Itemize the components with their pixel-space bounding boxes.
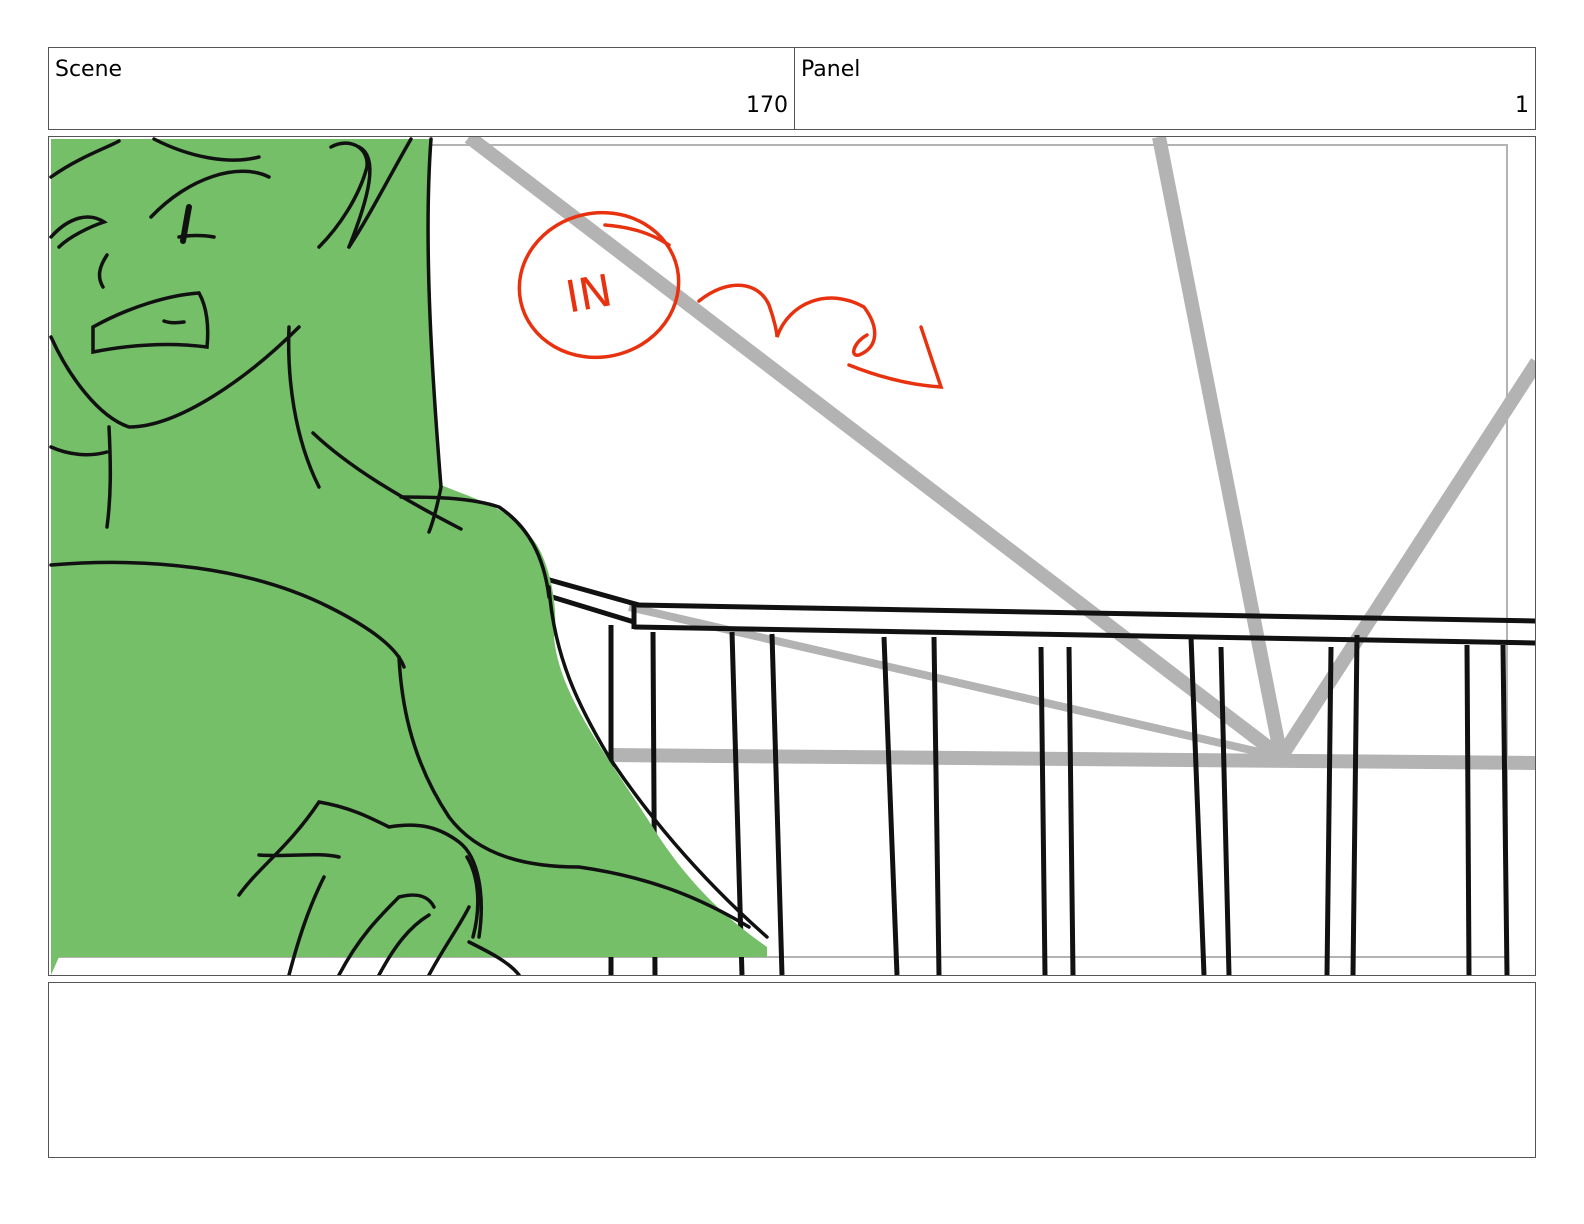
panel-header: Scene 170 Panel 1: [48, 47, 1536, 130]
panel-cell: Panel 1: [795, 48, 1535, 129]
storyboard-frame: IN: [48, 136, 1536, 976]
scene-cell: Scene 170: [49, 48, 795, 129]
scene-label: Scene: [55, 57, 123, 82]
perspective-guides: [464, 137, 1535, 770]
character-fill: [51, 139, 767, 975]
storyboard-drawing: IN: [49, 137, 1535, 975]
panel-label: Panel: [801, 57, 861, 82]
annotation-text: IN: [562, 265, 616, 323]
notes-box[interactable]: [48, 982, 1536, 1158]
railing-balusters: [608, 625, 1510, 975]
panel-number: 1: [1515, 93, 1529, 118]
scene-number: 170: [746, 93, 788, 118]
